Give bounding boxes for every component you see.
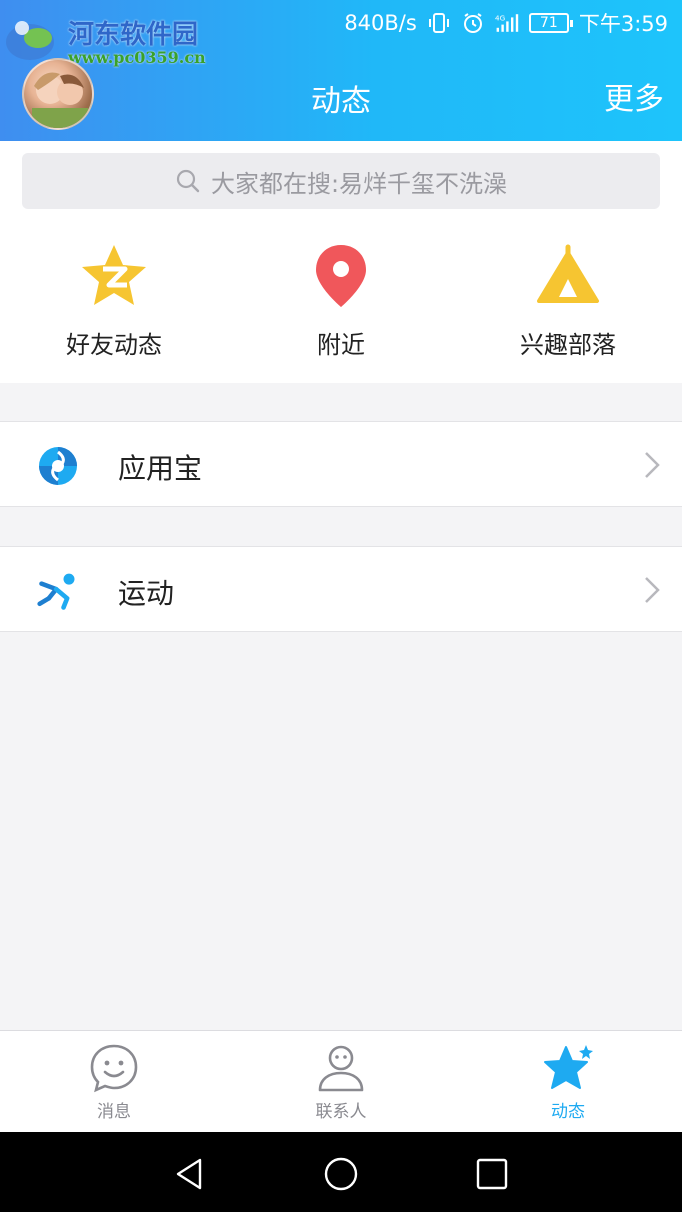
more-button[interactable]: 更多 [604, 74, 664, 118]
search-area: 大家都在搜:易烊千玺不洗澡 [0, 141, 682, 223]
app-header: 840B/s 4G 71 下午3:59 河东软件园 www.pc0359.cn … [0, 0, 682, 141]
chevron-right-icon [645, 577, 660, 603]
quick-label-friend-feed: 好友动态 [66, 331, 162, 359]
qzone-star-icon [82, 245, 146, 305]
site-watermark: 河东软件园 www.pc0359.cn [4, 8, 214, 68]
battery-indicator: 71 [528, 13, 573, 33]
tab-label: 消息 [97, 1102, 131, 1122]
page-title: 动态 [311, 84, 371, 119]
search-input[interactable]: 大家都在搜:易烊千玺不洗澡 [22, 153, 660, 209]
list-item-label: 应用宝 [118, 452, 203, 485]
search-icon [176, 169, 200, 193]
smile-chat-icon [90, 1044, 138, 1093]
quick-label-interest-tribe: 兴趣部落 [520, 331, 616, 359]
person-icon [318, 1045, 364, 1092]
watermark-title: 河东软件园 [68, 20, 199, 50]
running-icon [37, 573, 75, 610]
tent-icon [537, 244, 599, 303]
chevron-right-icon [645, 452, 660, 478]
alarm-icon [463, 13, 482, 33]
watermark-url: www.pc0359.cn [68, 48, 206, 67]
location-pin-icon [316, 245, 366, 307]
list-item-label: 运动 [118, 577, 175, 610]
watermark-logo-icon [6, 21, 54, 60]
system-nav-bar [0, 1132, 682, 1212]
tab-label: 动态 [551, 1102, 585, 1122]
tab-contacts[interactable]: 联系人 [261, 1043, 421, 1122]
back-icon[interactable] [170, 1154, 210, 1194]
app-store-icon [39, 447, 77, 485]
search-placeholder: 大家都在搜:易烊千玺不洗澡 [210, 169, 508, 198]
status-icons: 840B/s 4G 71 下午3:59 [344, 8, 668, 38]
quick-item-nearby[interactable]: 附近 [241, 243, 441, 363]
quick-entries: 好友动态 附近 兴趣部落 [0, 223, 682, 383]
tab-messages[interactable]: 消息 [34, 1043, 194, 1122]
quick-label-nearby: 附近 [317, 331, 365, 359]
tab-label: 联系人 [315, 1102, 367, 1122]
quick-item-friend-feed[interactable]: 好友动态 [14, 243, 214, 363]
net-speed: 840B/s [344, 11, 417, 35]
star-icon [544, 1045, 593, 1089]
signal-icon: 4G [495, 14, 519, 32]
network-type: 4G [495, 14, 505, 23]
list-item-app-store[interactable]: 应用宝 [0, 421, 682, 507]
quick-item-interest-tribe[interactable]: 兴趣部落 [468, 243, 668, 363]
vibrate-icon [428, 13, 449, 33]
clock: 下午3:59 [578, 12, 668, 36]
recent-apps-icon[interactable] [472, 1154, 512, 1194]
tab-bar: 消息 联系人 动态 [0, 1030, 682, 1132]
tab-feed[interactable]: 动态 [488, 1043, 648, 1122]
home-icon[interactable] [321, 1154, 361, 1194]
list-item-sports[interactable]: 运动 [0, 546, 682, 632]
